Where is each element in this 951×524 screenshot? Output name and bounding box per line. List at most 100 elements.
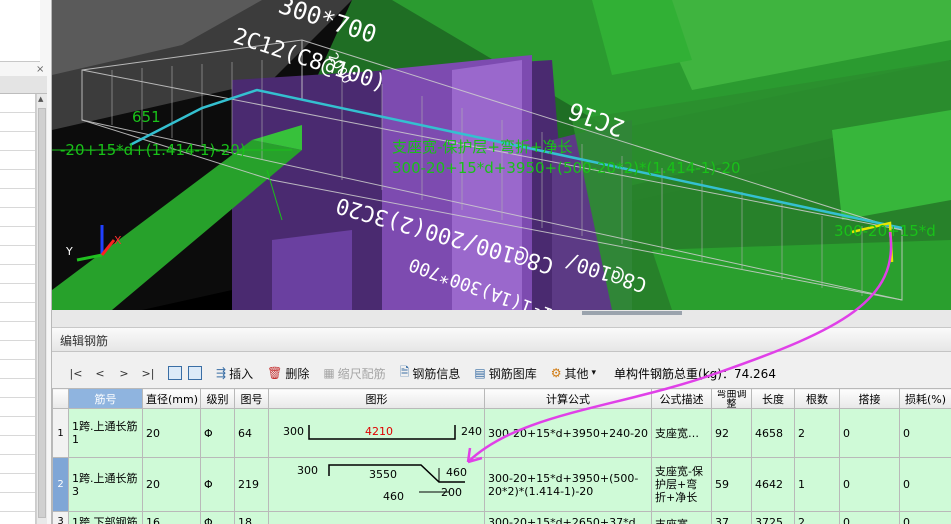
left-panel-grid [0, 94, 36, 524]
axis-x-label: X [114, 234, 122, 247]
scale-rebar-button[interactable]: ▦ 缩尺配筋 [323, 365, 385, 382]
cell-loss[interactable]: 0 [899, 511, 951, 524]
table-row[interactable]: 3 1跨.下部钢筋 16 Φ 18 240 3522 300-20+15*d+2… [52, 511, 951, 524]
nav-next-button[interactable]: > [112, 367, 136, 380]
row-number[interactable]: 2 [52, 457, 69, 512]
move-up-button[interactable] [168, 366, 182, 380]
cell-shape[interactable]: 240 3522 [268, 511, 485, 524]
nav-first-button[interactable]: |< [64, 367, 88, 380]
cell-loss[interactable]: 0 [899, 457, 951, 512]
cell-grade[interactable]: Φ [200, 511, 235, 524]
panel-title: 编辑钢筋 [52, 328, 951, 352]
cell-length[interactable]: 4658 [751, 408, 795, 458]
cell-formula[interactable]: 300-20+15*d+3950+240-20 [484, 408, 652, 458]
scale-icon: ▦ [323, 366, 335, 380]
header-shape[interactable]: 图形 [268, 388, 485, 409]
cell-name[interactable]: 1跨.上通长筋3 [68, 457, 143, 512]
cell-length[interactable]: 4642 [751, 457, 795, 512]
move-down-button[interactable] [188, 366, 202, 380]
header-diameter[interactable]: 直径(mm) [142, 388, 201, 409]
shape-diagram: 300 3550 460 460 200 [297, 464, 467, 503]
cell-bend[interactable]: 37 [711, 511, 752, 524]
3d-viewport[interactable]: 300*700 2C12(C8@100) 2000 651 -20+15*d+(… [52, 0, 951, 310]
3d-scene: 300*700 2C12(C8@100) 2000 651 -20+15*d+(… [52, 0, 951, 310]
shape-right: 460 [446, 466, 467, 479]
header-fig[interactable]: 图号 [234, 388, 269, 409]
other-menu-button[interactable]: ⚙ 其他 ▾ [551, 365, 596, 382]
cell-name[interactable]: 1跨.下部钢筋 [68, 511, 143, 524]
cell-formula[interactable]: 300-20+15*d+3950+(500-20*2)*(1.414-1)-20 [484, 457, 652, 512]
label-mid-formula: 300-20+15*d+3950+(500-20*2)*(1.414-1)-20 [392, 159, 741, 177]
table-row[interactable]: 1 1跨.上通长筋1 20 Φ 64 300 4210 240 300-20+1… [52, 408, 951, 458]
header-length[interactable]: 长度 [751, 388, 795, 409]
nav-last-button[interactable]: >| [136, 367, 160, 380]
cell-desc[interactable]: 支座宽… [651, 511, 712, 524]
cell-shape[interactable]: 300 3550 460 460 200 [268, 457, 485, 512]
header-count[interactable]: 根数 [794, 388, 840, 409]
total-weight-label: 单构件钢筋总重(kg)：74.264 [614, 366, 776, 381]
move-down-icon [188, 366, 202, 380]
header-name[interactable]: 筋号 [68, 388, 143, 409]
cell-desc[interactable]: 支座宽… [651, 408, 712, 458]
row-number[interactable]: 1 [52, 408, 69, 458]
delete-button[interactable]: 🗑 删除 [267, 365, 309, 382]
shape-bottom-right: 200 [441, 486, 462, 499]
cell-lap[interactable]: 0 [839, 408, 900, 458]
library-icon: ▤ [474, 366, 486, 380]
cell-length[interactable]: 3725 [751, 511, 795, 524]
cell-diameter[interactable]: 16 [142, 511, 201, 524]
splitter-grip[interactable] [582, 311, 682, 315]
row-number[interactable]: 3 [52, 511, 69, 524]
header-loss[interactable]: 损耗(%) [899, 388, 951, 409]
scroll-thumb[interactable] [38, 108, 46, 518]
move-up-icon [168, 366, 182, 380]
cell-grade[interactable]: Φ [200, 408, 235, 458]
scale-label: 缩尺配筋 [337, 366, 386, 381]
cell-loss[interactable]: 0 [899, 408, 951, 458]
cell-count[interactable]: 1 [794, 457, 840, 512]
rebar-info-button[interactable]: 🗎 钢筋信息 [400, 363, 461, 384]
cell-grade[interactable]: Φ [200, 457, 235, 512]
settings-icon: ⚙ [550, 366, 562, 380]
cell-desc[interactable]: 支座宽-保护层+弯折+净长 [651, 457, 712, 512]
viewport-splitter[interactable] [52, 310, 951, 328]
cell-shape[interactable]: 300 4210 240 [268, 408, 485, 458]
cell-formula[interactable]: 300-20+15*d+2650+37*d [484, 511, 652, 524]
header-desc[interactable]: 公式描述 [651, 388, 712, 409]
header-bend[interactable]: 弯曲调整 [711, 388, 752, 409]
insert-button[interactable]: ⇶ 插入 [216, 365, 253, 382]
cell-bend[interactable]: 92 [711, 408, 752, 458]
rebar-library-button[interactable]: ▤ 钢筋图库 [474, 365, 536, 382]
label-mid-note: 支座宽-保护层+弯折+净长 [392, 138, 573, 156]
table-row[interactable]: 2 1跨.上通长筋3 20 Φ 219 300 3550 460 460 200… [52, 457, 951, 512]
cell-bend[interactable]: 59 [711, 457, 752, 512]
shape-left: 300 [297, 464, 318, 477]
cell-name[interactable]: 1跨.上通长筋1 [68, 408, 143, 458]
close-icon[interactable]: × [36, 64, 44, 75]
cell-diameter[interactable]: 20 [142, 408, 201, 458]
chevron-down-icon: ▾ [591, 368, 597, 378]
cell-count[interactable]: 2 [794, 408, 840, 458]
cell-lap[interactable]: 0 [839, 457, 900, 512]
header-bend-label: 弯曲调整 [716, 389, 747, 408]
cell-fig[interactable]: 219 [234, 457, 269, 512]
left-vertical-scrollbar[interactable]: ▲ [36, 94, 47, 524]
cell-lap[interactable]: 0 [839, 511, 900, 524]
shape-left: 300 [283, 425, 304, 438]
cell-fig[interactable]: 64 [234, 408, 269, 458]
label-651: 651 [132, 108, 161, 126]
left-panel-header [0, 76, 47, 94]
edit-rebar-panel: 编辑钢筋 |< < > >| ⇶ 插入 🗑 删除 ▦ 缩尺配筋 🗎 钢筋信息 ▤… [52, 328, 951, 524]
shape-diagram: 240 3522 [373, 522, 401, 524]
other-label: 其他 [564, 366, 589, 381]
cell-fig[interactable]: 18 [234, 511, 269, 524]
cell-diameter[interactable]: 20 [142, 457, 201, 512]
scroll-up-icon[interactable]: ▲ [38, 95, 43, 103]
header-formula[interactable]: 计算公式 [484, 388, 652, 409]
cell-count[interactable]: 2 [794, 511, 840, 524]
document-icon: 🗎 [399, 364, 410, 379]
rebar-table-container: 筋号 直径(mm) 级别 图号 图形 计算公式 公式描述 弯曲调整 长度 根数 … [52, 388, 951, 524]
header-grade[interactable]: 级别 [200, 388, 235, 409]
nav-prev-button[interactable]: < [88, 367, 112, 380]
header-lap[interactable]: 搭接 [839, 388, 900, 409]
